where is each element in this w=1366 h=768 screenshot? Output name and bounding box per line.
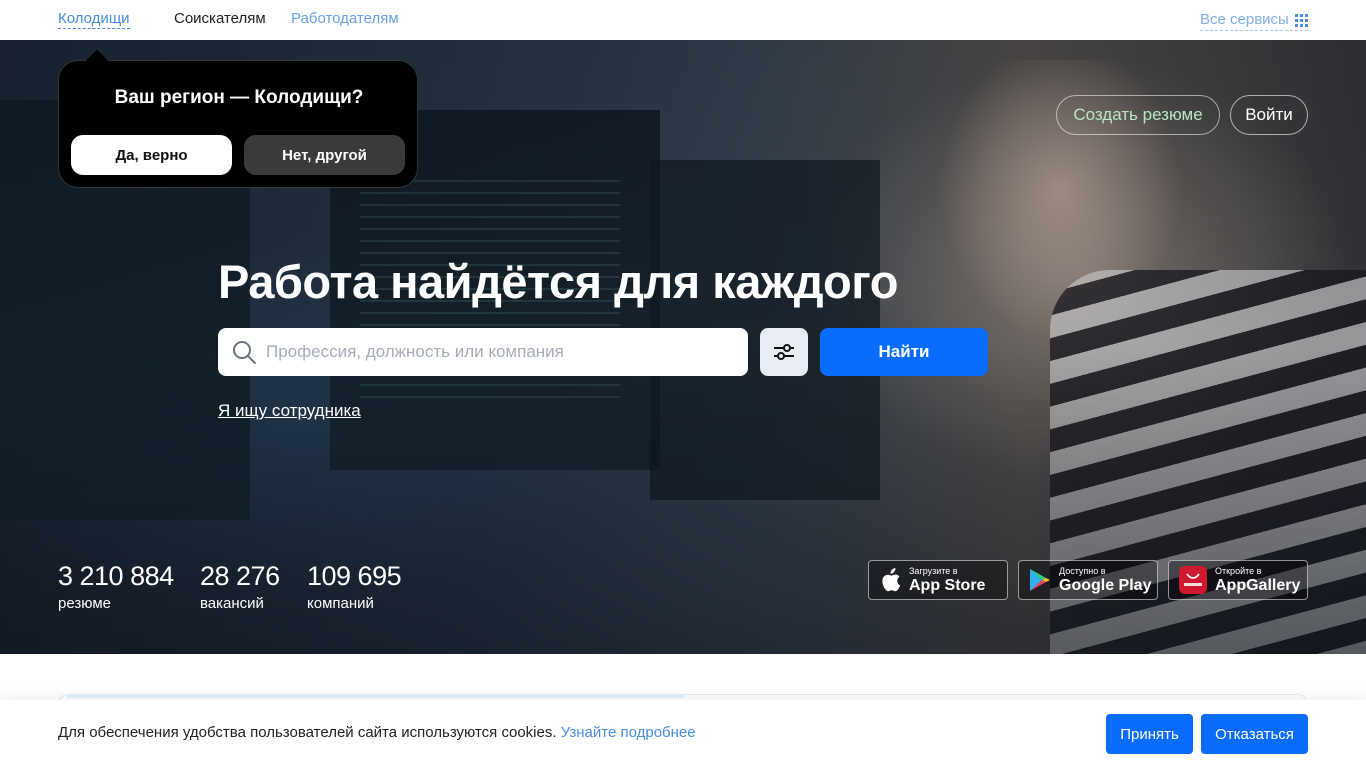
region-no-button[interactable]: Нет, другой bbox=[244, 135, 405, 175]
search-box bbox=[218, 328, 748, 376]
stat-value: 28 276 bbox=[200, 561, 280, 591]
search-input[interactable] bbox=[266, 328, 736, 376]
badge-big-text: AppGallery bbox=[1215, 576, 1301, 594]
stat-vacancies: 28 276 вакансий bbox=[200, 560, 280, 614]
stat-label: вакансий bbox=[200, 595, 264, 612]
badge-big-text: Google Play bbox=[1059, 576, 1152, 594]
region-link[interactable]: Колодищи bbox=[58, 10, 130, 29]
badge-small-text: Откройте в bbox=[1215, 565, 1262, 576]
region-confirm-popup: Ваш регион — Колодищи? Да, верно Нет, др… bbox=[58, 60, 418, 188]
badge-small-text: Загрузите в bbox=[909, 565, 958, 576]
cookie-accept-button[interactable]: Принять bbox=[1106, 714, 1193, 754]
huawei-icon bbox=[1179, 566, 1207, 594]
stat-value: 3 210 884 bbox=[58, 561, 174, 591]
find-button[interactable]: Найти bbox=[820, 328, 988, 376]
all-services-link[interactable]: Все сервисы bbox=[1200, 10, 1308, 31]
login-button[interactable]: Войти bbox=[1230, 95, 1308, 135]
google-play-icon bbox=[1030, 569, 1050, 591]
page-title: Работа найдётся для каждого bbox=[218, 255, 898, 308]
nav-seekers[interactable]: Соискателям bbox=[174, 10, 266, 28]
cookie-more-link[interactable]: Узнайте подробнее bbox=[561, 724, 696, 741]
search-icon bbox=[233, 341, 256, 364]
cookie-decline-button[interactable]: Отказаться bbox=[1201, 714, 1308, 754]
card-progress-strip bbox=[67, 694, 684, 698]
all-services-label: Все сервисы bbox=[1200, 11, 1289, 28]
badge-small-text: Доступно в bbox=[1059, 565, 1106, 576]
create-resume-button[interactable]: Создать резюме bbox=[1056, 95, 1220, 135]
advanced-search-button[interactable] bbox=[760, 328, 808, 376]
stat-resumes: 3 210 884 резюме bbox=[58, 560, 174, 614]
grid-icon bbox=[1294, 13, 1308, 27]
app-store-badge[interactable]: Загрузите в App Store bbox=[868, 560, 1008, 600]
filter-sliders-icon bbox=[774, 344, 794, 360]
stat-label: компаний bbox=[307, 595, 374, 612]
stat-companies: 109 695 компаний bbox=[307, 560, 402, 614]
google-play-badge[interactable]: Доступно в Google Play bbox=[1018, 560, 1158, 600]
badge-big-text: App Store bbox=[909, 576, 986, 594]
stat-label: резюме bbox=[58, 595, 111, 612]
cookie-message-line: Для обеспечения удобства пользователей с… bbox=[58, 724, 696, 741]
region-question: Ваш регион — Колодищи? bbox=[114, 87, 364, 108]
stat-value: 109 695 bbox=[307, 561, 402, 591]
region-yes-button[interactable]: Да, верно bbox=[71, 135, 232, 175]
nav-employers[interactable]: Работодателям bbox=[291, 10, 399, 28]
cookie-message: Для обеспечения удобства пользователей с… bbox=[58, 724, 557, 741]
top-navigation: Колодищи Соискателям Работодателям Все с… bbox=[0, 0, 1366, 40]
apple-icon bbox=[882, 568, 901, 592]
employer-search-link[interactable]: Я ищу сотрудника bbox=[218, 401, 361, 421]
cookie-banner: Для обеспечения удобства пользователей с… bbox=[0, 700, 1366, 768]
appgallery-badge[interactable]: Откройте в AppGallery bbox=[1168, 560, 1308, 600]
